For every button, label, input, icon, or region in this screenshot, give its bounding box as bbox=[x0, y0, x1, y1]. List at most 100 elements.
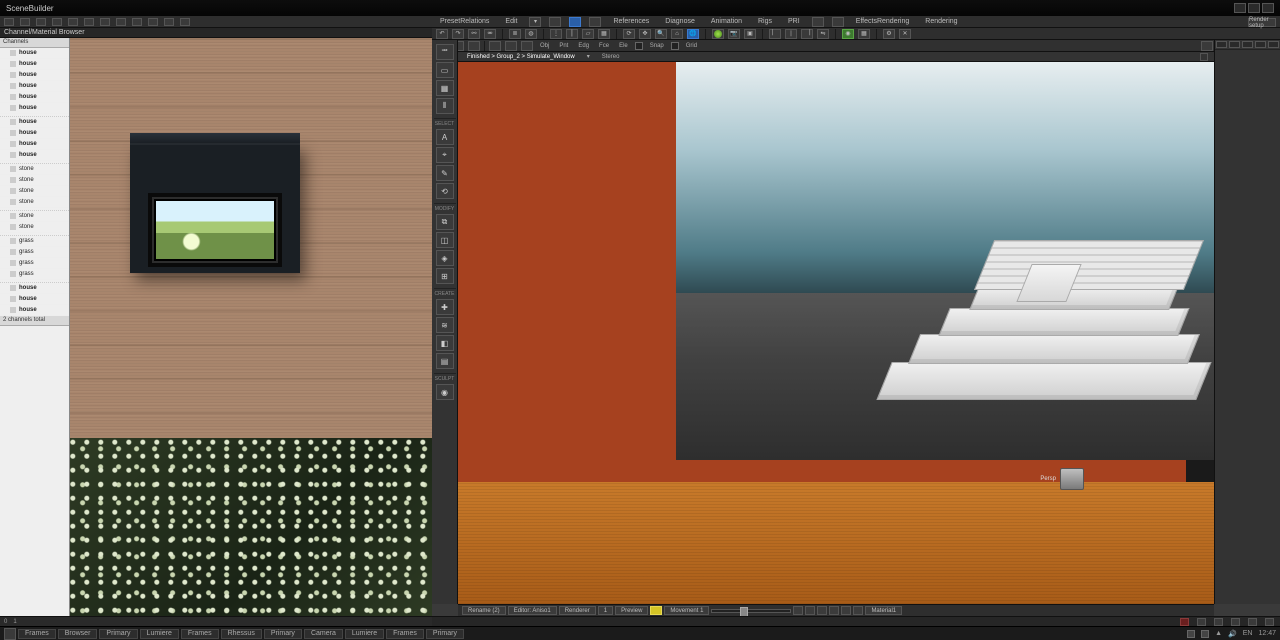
grid-icon[interactable] bbox=[148, 18, 158, 26]
render-setup-button[interactable]: Render setup bbox=[1248, 18, 1276, 27]
asset-preview[interactable] bbox=[70, 38, 432, 616]
align-r-icon[interactable]: ⎹ bbox=[801, 29, 813, 39]
camera-icon[interactable]: 📷 bbox=[728, 29, 740, 39]
transport-label[interactable]: Editor: Aniso1 bbox=[508, 606, 557, 615]
zoom-icon[interactable]: 🔍 bbox=[655, 29, 667, 39]
breadcrumb-drop-icon[interactable]: ▾ bbox=[584, 53, 593, 60]
box-tool-icon[interactable]: ◫ bbox=[436, 232, 454, 248]
snap-edge-icon[interactable]: ⎮ bbox=[566, 29, 578, 39]
close-button[interactable] bbox=[1262, 3, 1274, 13]
taskbar-task[interactable]: Frames bbox=[18, 629, 56, 639]
menu-item[interactable]: Rigs bbox=[754, 18, 776, 25]
wave-tool-icon[interactable]: ≋ bbox=[436, 317, 454, 333]
tree-row[interactable]: grass bbox=[0, 269, 69, 280]
axis-x-icon[interactable] bbox=[489, 41, 501, 51]
transport-end[interactable]: Material1 bbox=[865, 606, 902, 615]
tree-row[interactable]: grass bbox=[0, 258, 69, 269]
wireframe-icon[interactable]: ▦ bbox=[858, 29, 870, 39]
layers-icon[interactable]: ≣ bbox=[509, 29, 521, 39]
snap-grid-icon[interactable]: ▦ bbox=[598, 29, 610, 39]
copy-icon[interactable] bbox=[84, 18, 94, 26]
maximize-button[interactable] bbox=[1248, 3, 1260, 13]
tree-row[interactable]: house bbox=[0, 70, 69, 81]
saveas-icon[interactable] bbox=[52, 18, 62, 26]
status-icon[interactable] bbox=[1248, 618, 1257, 626]
breadcrumb-path[interactable]: Finished > Group_2 > Simulate_Window bbox=[464, 54, 578, 60]
perspective-viewport[interactable]: Persp bbox=[458, 62, 1214, 604]
orbit-icon[interactable]: ⟳ bbox=[623, 29, 635, 39]
loop-icon[interactable] bbox=[853, 606, 863, 615]
menu-item[interactable]: Rendering bbox=[921, 18, 961, 25]
tree-row[interactable]: house bbox=[0, 117, 69, 128]
menu-item[interactable]: References bbox=[609, 18, 653, 25]
menu-swatch-icon[interactable] bbox=[589, 17, 601, 27]
tree-row[interactable]: house bbox=[0, 283, 69, 294]
minimize-button[interactable] bbox=[1234, 3, 1246, 13]
sun-icon[interactable] bbox=[712, 29, 724, 39]
tree-row[interactable]: stone bbox=[0, 222, 69, 233]
redo-icon[interactable] bbox=[132, 18, 142, 26]
copy-tool-icon[interactable]: ⧉ bbox=[436, 214, 454, 230]
rotate-tool-icon[interactable]: ⟲ bbox=[436, 183, 454, 199]
list-icon[interactable] bbox=[164, 18, 174, 26]
snap-vert-icon[interactable]: ⋮ bbox=[550, 29, 562, 39]
misc-icon[interactable] bbox=[1201, 41, 1213, 51]
pencil-tool-icon[interactable]: ✎ bbox=[436, 165, 454, 181]
paste-icon[interactable] bbox=[100, 18, 110, 26]
diamond-tool-icon[interactable]: ◈ bbox=[436, 250, 454, 266]
tray-lang[interactable]: EN bbox=[1243, 630, 1253, 637]
menu-item[interactable]: Diagnose bbox=[661, 18, 699, 25]
step-back-icon[interactable] bbox=[805, 606, 815, 615]
new-icon[interactable] bbox=[4, 18, 14, 26]
tree-row[interactable]: house bbox=[0, 294, 69, 305]
half-tool-icon[interactable]: ◧ bbox=[436, 335, 454, 351]
transport-highlight[interactable] bbox=[650, 606, 662, 615]
rows-tool-icon[interactable]: ▤ bbox=[436, 353, 454, 369]
taskbar-task[interactable]: Primary bbox=[99, 629, 137, 639]
settings-icon[interactable] bbox=[180, 18, 190, 26]
taskbar-task[interactable]: Frames bbox=[181, 629, 219, 639]
transport-label[interactable]: Preview bbox=[615, 606, 648, 615]
undo-icon[interactable] bbox=[116, 18, 126, 26]
redo-icon[interactable]: ↷ bbox=[452, 29, 464, 39]
prop-tab[interactable] bbox=[1216, 41, 1227, 48]
tree-row[interactable]: house bbox=[0, 81, 69, 92]
snap-checkbox[interactable] bbox=[635, 42, 643, 50]
transport-frame[interactable]: 1 bbox=[598, 606, 613, 615]
tree-row[interactable]: stone bbox=[0, 164, 69, 175]
tree-row[interactable]: grass bbox=[0, 247, 69, 258]
menu-swatch-icon[interactable] bbox=[832, 17, 844, 27]
taskbar-task[interactable]: Rhessus bbox=[221, 629, 262, 639]
tray-icon[interactable] bbox=[1187, 630, 1195, 638]
undo-icon[interactable]: ↶ bbox=[436, 29, 448, 39]
step-fwd-icon[interactable] bbox=[829, 606, 839, 615]
tree-row[interactable]: stone bbox=[0, 186, 69, 197]
taskbar-task[interactable]: Browser bbox=[58, 629, 98, 639]
left-tab-active[interactable]: Channel/Material Browser bbox=[4, 29, 85, 36]
tree-row[interactable]: house bbox=[0, 305, 69, 316]
start-button[interactable] bbox=[4, 628, 16, 640]
tree-row[interactable]: stone bbox=[0, 211, 69, 222]
grid-tool-icon[interactable]: ▦ bbox=[436, 80, 454, 96]
status-icon[interactable] bbox=[1214, 618, 1223, 626]
tray-volume-icon[interactable]: 🔊 bbox=[1228, 630, 1237, 638]
material-icon[interactable]: ◍ bbox=[525, 29, 537, 39]
snap-face-icon[interactable]: ▱ bbox=[582, 29, 594, 39]
prop-tab[interactable] bbox=[1242, 41, 1253, 48]
move-tool-icon[interactable]: ⭲ bbox=[436, 44, 454, 60]
tree-row[interactable]: house bbox=[0, 48, 69, 59]
axis-z-icon[interactable] bbox=[521, 41, 533, 51]
tree-row[interactable]: house bbox=[0, 139, 69, 150]
close-panel-icon[interactable]: ✕ bbox=[899, 29, 911, 39]
menu-dropdown-icon[interactable]: ▾ bbox=[529, 17, 541, 27]
menu-item[interactable]: Animation bbox=[707, 18, 746, 25]
tray-icon[interactable] bbox=[1201, 630, 1209, 638]
tree-row[interactable]: house bbox=[0, 150, 69, 161]
breadcrumb-mode[interactable]: Stereo bbox=[599, 54, 623, 60]
taskbar-task[interactable]: Primary bbox=[426, 629, 464, 639]
menu-item[interactable]: PRI bbox=[784, 18, 804, 25]
taskbar-task[interactable]: Frames bbox=[386, 629, 424, 639]
timeline-slider[interactable] bbox=[711, 609, 791, 613]
open-icon[interactable] bbox=[20, 18, 30, 26]
target-tool-icon[interactable]: ⌖ bbox=[436, 147, 454, 163]
